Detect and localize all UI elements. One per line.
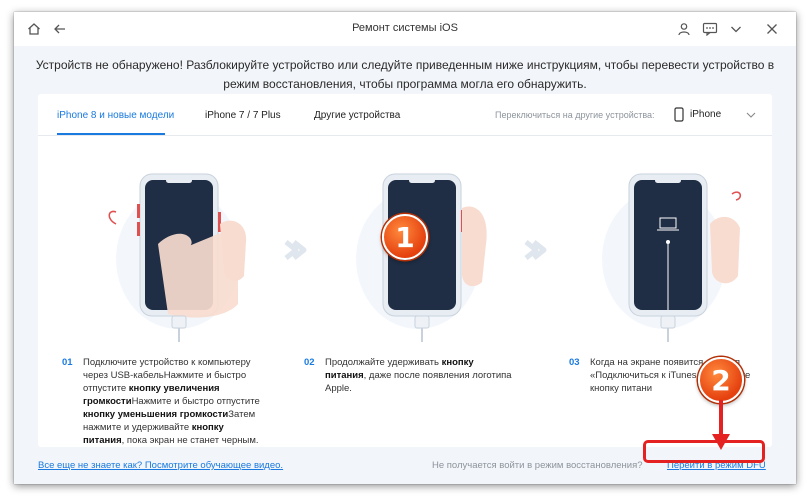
step-text: , пока экран не станет черным. xyxy=(121,435,259,446)
tabs-divider xyxy=(38,135,772,136)
close-icon[interactable] xyxy=(762,19,782,39)
title-bar: Ремонт системы iOS xyxy=(14,12,796,46)
step2-illustration xyxy=(356,173,487,342)
step-badge-2: 2 xyxy=(698,357,744,403)
step-badge-1: 1 xyxy=(382,214,428,260)
step-text: Нажмите и быстро отпустите xyxy=(131,396,260,407)
recovery-problem-text: Не получается войти в режим восстановлен… xyxy=(432,460,643,471)
device-switch-label: Переключиться на другие устройства: xyxy=(495,110,655,120)
chevron-down-icon[interactable] xyxy=(726,19,746,39)
tab-iphone7[interactable]: iPhone 7 / 7 Plus xyxy=(205,110,281,121)
dfu-highlight-box xyxy=(643,440,765,463)
tab-iphone8-newer[interactable]: iPhone 8 и новые модели xyxy=(57,110,174,121)
tutorial-video-link[interactable]: Все еще не знаете как? Посмотрите обучаю… xyxy=(38,460,283,471)
tab-other-devices[interactable]: Другие устройства xyxy=(314,110,400,121)
step-number: 03 xyxy=(569,357,580,368)
instructions-panel: iPhone 8 и новые модели iPhone 7 / 7 Plu… xyxy=(38,94,772,447)
step-number: 02 xyxy=(304,357,315,368)
phone-icon xyxy=(674,107,684,122)
chevron-down-icon xyxy=(746,112,756,118)
step-number: 01 xyxy=(62,357,73,368)
step1-illustration xyxy=(108,173,247,342)
device-select-value: iPhone xyxy=(690,109,722,120)
feedback-icon[interactable] xyxy=(700,19,720,39)
step-emphasis: кнопку уменьшения громкости xyxy=(83,409,229,420)
next-arrow-icon xyxy=(284,240,307,260)
step-text: Продолжайте удерживать xyxy=(325,357,442,368)
step-1-instructions: 01 Подключите устройство к компьютеру че… xyxy=(62,356,262,447)
no-device-message: Устройств не обнаружено! Разблокируйте у… xyxy=(35,58,775,91)
next-arrow-icon xyxy=(524,240,547,260)
step-2-instructions: 02 Продолжайте удерживать кнопку питания… xyxy=(304,356,514,395)
device-select[interactable]: iPhone xyxy=(674,105,758,125)
step3-illustration xyxy=(602,173,742,342)
account-icon[interactable] xyxy=(674,19,694,39)
